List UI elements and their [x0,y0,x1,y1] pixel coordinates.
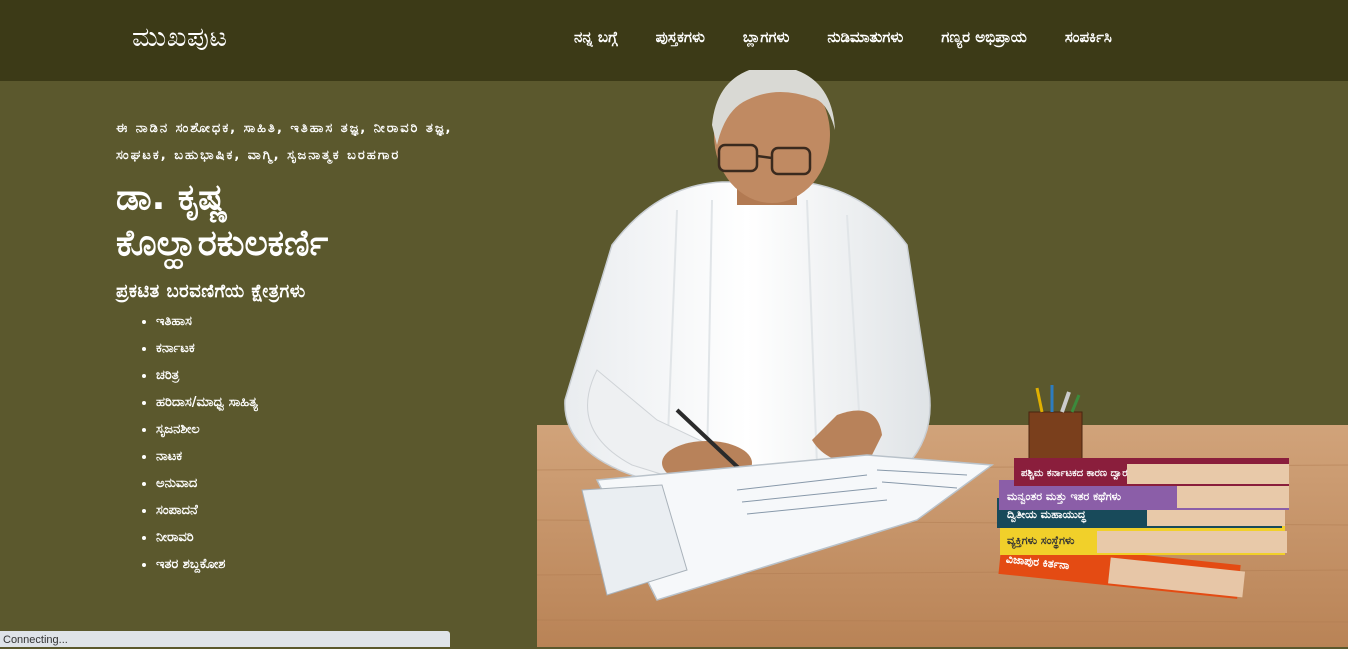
title-line-1: ಡಾ. ಕೃಷ್ಣ [116,177,228,218]
top-navbar: ಮುಖಪುಟ ನನ್ನ ಬಗ್ಗೆ ಪುಸ್ತಕಗಳು ಬ್ಲಾಗಗಳು ನುಡ… [0,0,1348,81]
page-title: ಡಾ. ಕೃಷ್ಣ ಕೊಲ್ಹಾರಕುಲಕರ್ಣಿ [116,175,506,267]
svg-text:ಮನ್ವಂತರ ಮತ್ತು ಇತರ ಕಥೆಗಳು: ಮನ್ವಂತರ ಮತ್ತು ಇತರ ಕಥೆಗಳು [1007,490,1121,504]
list-item: ಸಂಪಾದನೆ [156,497,506,524]
nav-about[interactable]: ನನ್ನ ಬಗ್ಗೆ [574,28,618,46]
list-item: ಹರಿದಾಸ/ಮಾಧ್ವ ಸಾಹಿತ್ಯ [156,389,506,416]
svg-text:ದ್ವಿತೀಯ ಮಹಾಯುದ್ಧ: ದ್ವಿತೀಯ ಮಹಾಯುದ್ಧ [1007,508,1087,523]
brand-home-link[interactable]: ಮುಖಪುಟ [132,22,228,54]
nav-testimonials[interactable]: ಗಣ್ಯರ ಅಭಿಪ್ರಾಯ [941,28,1027,46]
list-item: ಇತರ ಶಬ್ದಕೋಶ [156,551,506,578]
main-nav: ನನ್ನ ಬಗ್ಗೆ ಪುಸ್ತಕಗಳು ಬ್ಲಾಗಗಳು ನುಡಿಮಾತುಗಳ… [574,28,1150,46]
list-item: ಇತಿಹಾಸ [156,308,506,335]
svg-text:ಪಶ್ಚಿಮ ಕರ್ನಾಟಕದ ಕಾರಣ ದ್ವಾರ: ಪಶ್ಚಿಮ ಕರ್ನಾಟಕದ ಕಾರಣ ದ್ವಾರ [1021,468,1128,481]
fields-list: ಇತಿಹಾಸ ಕರ್ನಾಟಕ ಚರಿತ್ರ ಹರಿದಾಸ/ಮಾಧ್ವ ಸಾಹಿತ… [116,308,506,578]
intro-section: ಈ ನಾಡಿನ ಸಂಶೋಧಕ, ಸಾಹಿತಿ, ಇತಿಹಾಸ ತಜ್ಞ, ನೀರ… [116,115,506,578]
nav-blogs[interactable]: ಬ್ಲಾಗಗಳು [743,28,789,46]
nav-contact[interactable]: ಸಂಪರ್ಕಿಸಿ [1065,28,1112,46]
author-portrait-image: ವಿಜಾಪುರ ಕಿರ್ತನಾ ವ್ಯಕ್ತಿಗಳು ಸಂಸ್ಥೆಗಳು ದ್ವ… [537,70,1348,647]
browser-status-bar: Connecting... [0,631,450,647]
list-item: ನೀರಾವರಿ [156,524,506,551]
fields-heading: ಪ್ರಕಟಿತ ಬರವಣಿಗೆಯ ಕ್ಷೇತ್ರಗಳು [116,281,306,302]
title-line-2: ಕೊಲ್ಹಾರಕುಲಕರ್ಣಿ [116,223,329,264]
list-item: ನಾಟಕ [156,443,506,470]
nav-books[interactable]: ಪುಸ್ತಕಗಳು [656,28,705,46]
pencil-cup-icon [1028,385,1083,461]
list-item: ಅನುವಾದ [156,470,506,497]
list-item: ಕರ್ನಾಟಕ [156,335,506,362]
nav-quotes[interactable]: ನುಡಿಮಾತುಗಳು [827,28,903,46]
list-item: ಸೃಜನಶೀಲ [156,416,506,443]
list-item: ಚರಿತ್ರ [156,362,506,389]
tagline: ಈ ನಾಡಿನ ಸಂಶೋಧಕ, ಸಾಹಿತಿ, ಇತಿಹಾಸ ತಜ್ಞ, ನೀರ… [116,121,453,163]
